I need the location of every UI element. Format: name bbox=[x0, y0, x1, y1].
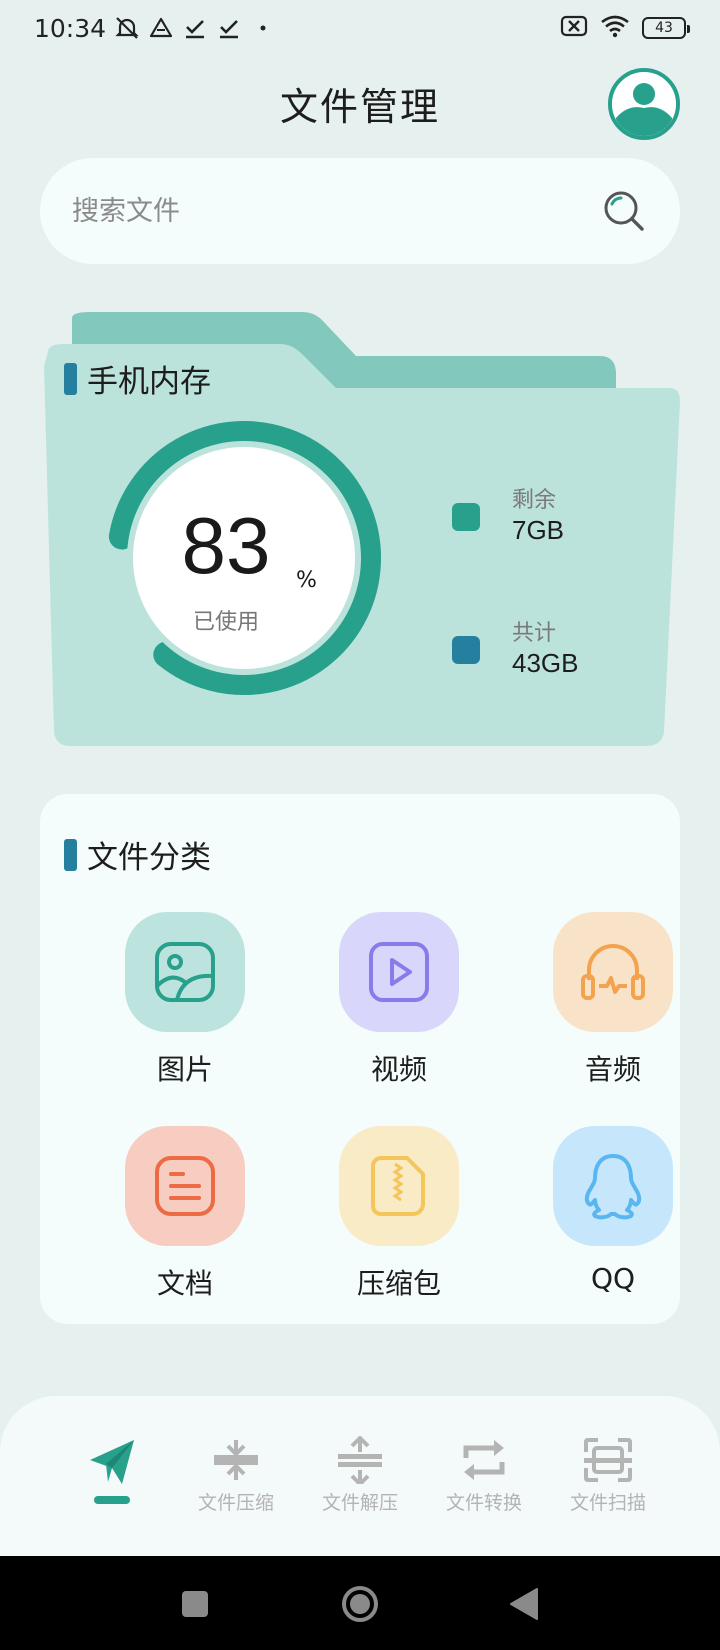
bottom-nav: 文件压缩 文件解压 文件转换 文件扫描 bbox=[0, 1396, 720, 1556]
total-value: 43GB bbox=[512, 648, 579, 679]
storage-title-text: 手机内存 bbox=[87, 364, 211, 400]
status-time: 10:34 bbox=[34, 13, 107, 43]
category-documents[interactable]: 文档 bbox=[105, 1126, 265, 1302]
remaining-swatch bbox=[452, 503, 480, 531]
category-archives[interactable]: 压缩包 bbox=[319, 1126, 479, 1302]
nav-item-scan[interactable]: 文件扫描 bbox=[553, 1436, 663, 1515]
percent-sign: % bbox=[296, 568, 317, 593]
document-icon bbox=[125, 1126, 245, 1246]
drive-icon bbox=[148, 15, 174, 41]
legend-total: 共计 43GB bbox=[452, 621, 579, 681]
nav-item-decompress[interactable]: 文件解压 bbox=[305, 1436, 415, 1515]
system-nav-bar bbox=[0, 1556, 720, 1650]
qq-penguin-icon bbox=[553, 1126, 673, 1246]
remaining-label: 剩余 bbox=[512, 488, 557, 513]
compress-icon bbox=[214, 1440, 258, 1480]
nav-item-send[interactable] bbox=[57, 1436, 167, 1504]
image-icon bbox=[125, 912, 245, 1032]
battery-icon: 43 bbox=[642, 17, 690, 39]
paper-plane-icon bbox=[90, 1440, 134, 1484]
storage-card[interactable]: 手机内存 83 % 已使用 剩余 7GB 共计 43GB bbox=[40, 308, 680, 748]
video-play-icon bbox=[339, 912, 459, 1032]
legend-total-text: 共计 43GB bbox=[512, 621, 579, 681]
sim-off-icon bbox=[560, 14, 588, 42]
search-input[interactable] bbox=[72, 195, 600, 227]
nav-label: 文件解压 bbox=[321, 1492, 398, 1514]
category-grid: 图片 视频 音频 文档 压缩包 QQ bbox=[40, 794, 680, 1324]
category-label: 压缩包 bbox=[356, 1267, 441, 1300]
nav-item-convert[interactable]: 文件转换 bbox=[429, 1436, 539, 1515]
battery-level: 43 bbox=[655, 20, 673, 36]
user-avatar-icon[interactable] bbox=[608, 68, 680, 140]
status-bar: 10:34 43 bbox=[0, 0, 720, 56]
title-accent-bar bbox=[64, 362, 77, 395]
wifi-icon bbox=[600, 14, 630, 42]
search-icon[interactable] bbox=[600, 187, 648, 235]
category-label: 图片 bbox=[156, 1053, 213, 1086]
dot-icon bbox=[250, 15, 276, 41]
legend-remaining: 剩余 7GB bbox=[452, 488, 564, 548]
headphones-icon bbox=[553, 912, 673, 1032]
remaining-value: 7GB bbox=[512, 515, 565, 546]
status-left: 10:34 bbox=[34, 14, 276, 43]
back-triangle-icon[interactable] bbox=[502, 1582, 546, 1626]
categories-card: 文件分类 图片 视频 音频 文档 压缩包 QQ bbox=[40, 794, 680, 1324]
category-videos[interactable]: 视频 bbox=[319, 912, 479, 1088]
category-label: 音频 bbox=[584, 1053, 641, 1086]
scan-icon bbox=[584, 1438, 632, 1482]
total-label: 共计 bbox=[512, 621, 557, 646]
category-images[interactable]: 图片 bbox=[105, 912, 265, 1088]
storage-title: 手机内存 bbox=[64, 356, 211, 401]
category-label: 文档 bbox=[156, 1267, 213, 1300]
search-bar bbox=[40, 158, 680, 264]
legend-remaining-text: 剩余 7GB bbox=[512, 488, 564, 548]
active-indicator bbox=[94, 1496, 130, 1504]
nav-item-compress[interactable]: 文件压缩 bbox=[181, 1436, 291, 1515]
convert-icon bbox=[463, 1440, 505, 1480]
category-label: 视频 bbox=[370, 1053, 427, 1086]
used-label: 已使用 bbox=[192, 610, 259, 635]
download-done-icon bbox=[182, 15, 208, 41]
home-circle-icon[interactable] bbox=[338, 1582, 382, 1626]
decompress-icon bbox=[338, 1436, 382, 1484]
category-audio[interactable]: 音频 bbox=[533, 912, 693, 1088]
gauge-center: 83 % 已使用 bbox=[114, 446, 338, 670]
status-right: 43 bbox=[560, 14, 690, 42]
total-swatch bbox=[452, 636, 480, 664]
zip-file-icon bbox=[339, 1126, 459, 1246]
recents-square-icon[interactable] bbox=[173, 1582, 217, 1626]
nav-label: 文件转换 bbox=[445, 1492, 522, 1514]
download-done-icon bbox=[216, 15, 242, 41]
nav-label: 文件扫描 bbox=[569, 1492, 646, 1514]
category-qq[interactable]: QQ bbox=[533, 1126, 693, 1295]
nav-label: 文件压缩 bbox=[197, 1492, 274, 1514]
category-label: QQ bbox=[590, 1262, 636, 1295]
mute-vibrate-icon bbox=[114, 15, 140, 41]
